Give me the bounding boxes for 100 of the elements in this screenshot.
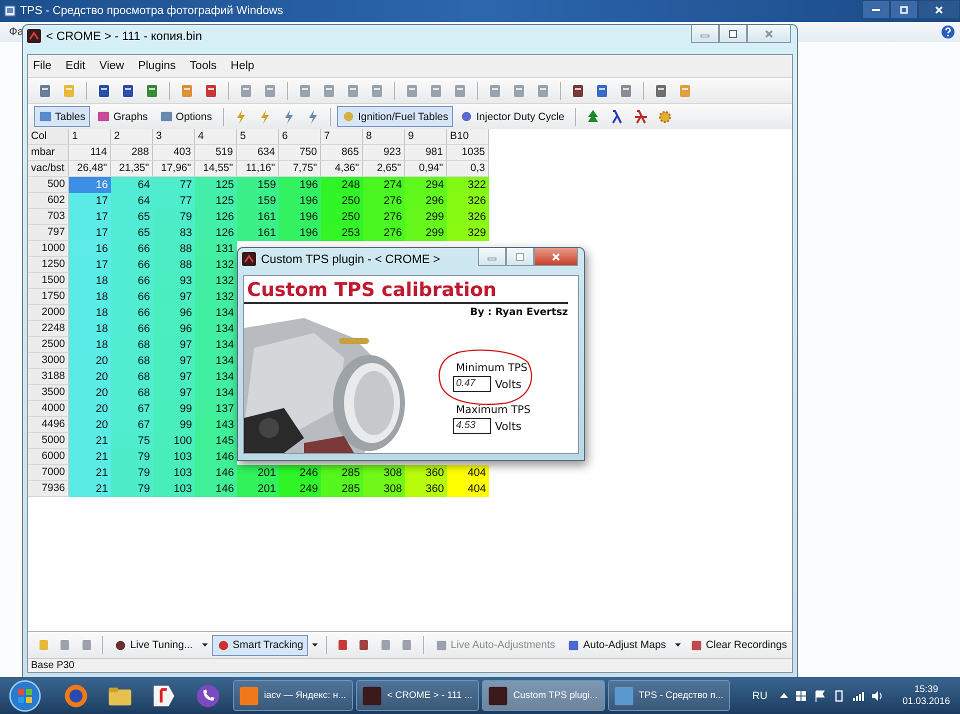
table-cell[interactable]: 103 bbox=[153, 449, 195, 465]
clock-date[interactable]: 01.03.2016 bbox=[902, 696, 950, 708]
table-cell[interactable]: 404 bbox=[447, 481, 489, 497]
close-button[interactable] bbox=[534, 248, 578, 266]
table-cell[interactable]: 134 bbox=[195, 385, 237, 401]
maximize-button[interactable] bbox=[719, 25, 747, 43]
restore-button[interactable] bbox=[890, 0, 918, 19]
input-field[interactable]: 4.53 bbox=[453, 418, 491, 434]
table-cell[interactable]: 75 bbox=[111, 433, 153, 449]
table-cell[interactable]: 66 bbox=[111, 257, 153, 273]
table-cell[interactable]: 161 bbox=[237, 225, 279, 241]
table-cell[interactable]: 21 bbox=[69, 465, 111, 481]
toolbar-button[interactable]: Smart Tracking bbox=[212, 634, 308, 656]
taskbar-button[interactable]: TPS - Средство п... bbox=[608, 680, 730, 711]
start-button[interactable] bbox=[8, 678, 42, 712]
table-cell[interactable]: 103 bbox=[153, 465, 195, 481]
table-cell[interactable]: 201 bbox=[237, 465, 279, 481]
table-cell[interactable]: 17 bbox=[69, 257, 111, 273]
table-cell[interactable]: 20 bbox=[69, 385, 111, 401]
table-cell[interactable]: 66 bbox=[111, 289, 153, 305]
table-cell[interactable]: 18 bbox=[69, 305, 111, 321]
table-cell[interactable]: 404 bbox=[447, 465, 489, 481]
table-cell[interactable]: 17 bbox=[69, 193, 111, 209]
table-cell[interactable]: 294 bbox=[405, 177, 447, 193]
minimize-button[interactable] bbox=[862, 0, 890, 19]
table-cell[interactable]: 64 bbox=[111, 193, 153, 209]
table-cell[interactable]: 285 bbox=[321, 465, 363, 481]
table-cell[interactable]: 16 bbox=[69, 241, 111, 257]
table-cell[interactable]: 308 bbox=[363, 481, 405, 497]
table-cell[interactable]: 196 bbox=[279, 209, 321, 225]
speaker-icon[interactable] bbox=[871, 690, 884, 702]
table-cell[interactable]: 329 bbox=[447, 225, 489, 241]
table-cell[interactable]: 99 bbox=[153, 401, 195, 417]
toolbar-button[interactable]: Clear Recordings bbox=[684, 634, 792, 656]
table-cell[interactable]: 83 bbox=[153, 225, 195, 241]
signal-icon[interactable] bbox=[852, 690, 864, 702]
table-cell[interactable]: 159 bbox=[237, 177, 279, 193]
table-cell[interactable]: 201 bbox=[237, 481, 279, 497]
table-cell[interactable]: 196 bbox=[279, 193, 321, 209]
table-cell[interactable]: 276 bbox=[363, 209, 405, 225]
table-cell[interactable]: 360 bbox=[405, 465, 447, 481]
table-cell[interactable]: 97 bbox=[153, 337, 195, 353]
table-cell[interactable]: 79 bbox=[111, 465, 153, 481]
table-cell[interactable]: 96 bbox=[153, 321, 195, 337]
table-cell[interactable]: 88 bbox=[153, 257, 195, 273]
table-cell[interactable]: 161 bbox=[237, 209, 279, 225]
menu-item[interactable]: Edit bbox=[66, 60, 94, 72]
table-cell[interactable]: 99 bbox=[153, 417, 195, 433]
table-cell[interactable]: 146 bbox=[195, 481, 237, 497]
table-cell[interactable]: 103 bbox=[153, 481, 195, 497]
menu-item[interactable]: Tools bbox=[190, 60, 225, 72]
windows-icon[interactable] bbox=[795, 690, 808, 702]
table-cell[interactable]: 322 bbox=[447, 177, 489, 193]
table-cell[interactable]: 134 bbox=[195, 369, 237, 385]
table-cell[interactable]: 79 bbox=[153, 209, 195, 225]
table-cell[interactable]: 97 bbox=[153, 289, 195, 305]
menu-item[interactable]: Plugins bbox=[138, 60, 184, 72]
maximize-button[interactable] bbox=[506, 248, 534, 266]
table-cell[interactable]: 97 bbox=[153, 385, 195, 401]
table-cell[interactable]: 77 bbox=[153, 177, 195, 193]
language-indicator[interactable]: RU bbox=[752, 690, 768, 702]
toolbar-button[interactable]: Ignition/Fuel Tables bbox=[336, 106, 454, 127]
table-cell[interactable]: 20 bbox=[69, 369, 111, 385]
toolbar-button[interactable]: Options bbox=[154, 106, 217, 127]
table-cell[interactable]: 65 bbox=[111, 209, 153, 225]
table-cell[interactable]: 299 bbox=[405, 225, 447, 241]
menu-item[interactable]: File bbox=[33, 60, 60, 72]
table-cell[interactable]: 125 bbox=[195, 193, 237, 209]
table-cell[interactable]: 132 bbox=[195, 257, 237, 273]
table-cell[interactable]: 18 bbox=[69, 337, 111, 353]
caret-icon[interactable] bbox=[312, 643, 318, 647]
table-cell[interactable]: 276 bbox=[363, 225, 405, 241]
table-cell[interactable]: 68 bbox=[111, 353, 153, 369]
table-cell[interactable]: 96 bbox=[153, 305, 195, 321]
table-cell[interactable]: 196 bbox=[279, 177, 321, 193]
table-cell[interactable]: 18 bbox=[69, 321, 111, 337]
table-cell[interactable]: 299 bbox=[405, 209, 447, 225]
table-cell[interactable]: 159 bbox=[237, 193, 279, 209]
flag-icon[interactable] bbox=[814, 690, 826, 702]
table-cell[interactable]: 18 bbox=[69, 289, 111, 305]
table-cell[interactable]: 134 bbox=[195, 337, 237, 353]
table-cell[interactable]: 17 bbox=[69, 225, 111, 241]
toolbar-button[interactable]: Auto-Adjust Maps bbox=[562, 634, 672, 656]
table-cell[interactable]: 64 bbox=[111, 177, 153, 193]
menu-item[interactable]: Help bbox=[230, 60, 262, 72]
table-cell[interactable]: 145 bbox=[195, 433, 237, 449]
table-cell[interactable]: 146 bbox=[195, 449, 237, 465]
gear-icon[interactable] bbox=[657, 108, 674, 124]
table-cell[interactable]: 21 bbox=[69, 481, 111, 497]
lambda-icon[interactable] bbox=[633, 108, 650, 124]
table-cell[interactable]: 296 bbox=[405, 193, 447, 209]
menu-item[interactable]: View bbox=[99, 60, 132, 72]
table-cell[interactable]: 285 bbox=[321, 481, 363, 497]
table-cell[interactable]: 20 bbox=[69, 353, 111, 369]
table-cell[interactable]: 66 bbox=[111, 273, 153, 289]
table-cell[interactable]: 360 bbox=[405, 481, 447, 497]
table-cell[interactable]: 79 bbox=[111, 449, 153, 465]
toolbar-button[interactable]: Graphs bbox=[92, 106, 153, 127]
table-cell[interactable]: 20 bbox=[69, 401, 111, 417]
table-cell[interactable]: 88 bbox=[153, 241, 195, 257]
